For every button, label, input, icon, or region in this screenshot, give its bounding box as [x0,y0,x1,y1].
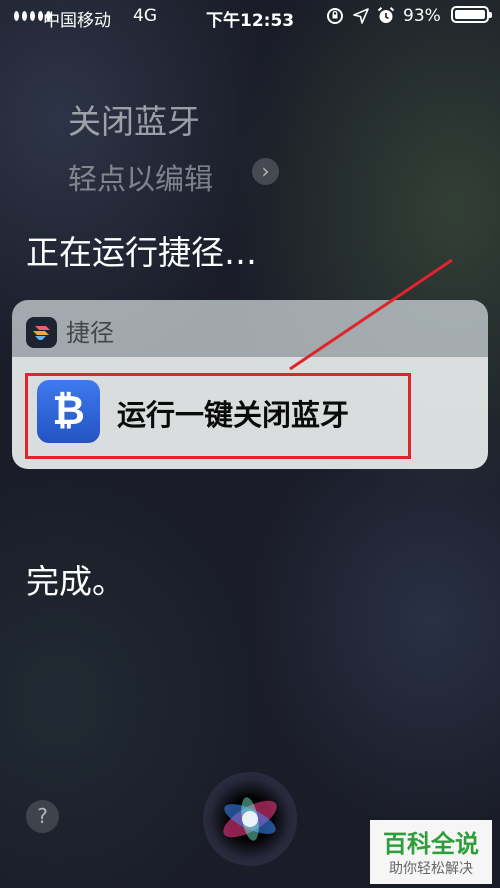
watermark-logo: 百科全说 助你轻松解决 [370,820,492,884]
siri-orb-button[interactable] [203,772,297,866]
help-button[interactable]: ? [26,800,59,833]
done-text: 完成。 [26,562,125,601]
siri-wave-icon [223,797,277,841]
annotation-line [289,258,453,371]
watermark-title: 百科全说 [383,830,479,858]
watermark-subtitle: 助你轻松解决 [389,861,473,877]
